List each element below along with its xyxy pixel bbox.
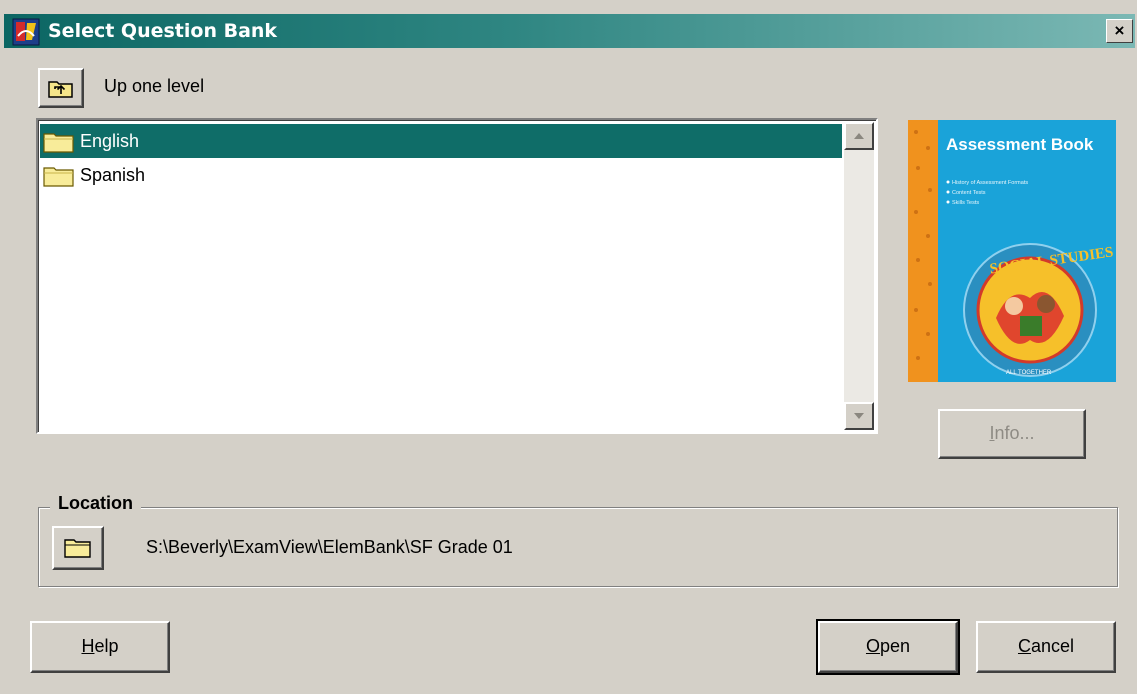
help-rest: elp bbox=[94, 636, 119, 656]
open-button-label: Open bbox=[866, 636, 910, 656]
cover-bullet: History of Assessment Formats bbox=[952, 180, 1028, 186]
title-bar[interactable]: Select Question Bank × bbox=[4, 14, 1135, 48]
browse-location-button[interactable] bbox=[52, 526, 104, 570]
list-item-label: English bbox=[80, 131, 140, 151]
cancel-button-label: Cancel bbox=[1018, 636, 1074, 656]
examview-app-icon bbox=[12, 18, 40, 46]
cover-bullet: Content Tests bbox=[952, 190, 986, 196]
close-button[interactable]: × bbox=[1106, 19, 1133, 43]
location-path: S:\Beverly\ExamView\ElemBank\SF Grade 01 bbox=[146, 537, 513, 557]
location-group-title: Location bbox=[50, 492, 141, 514]
list-item-english[interactable]: English bbox=[40, 124, 842, 158]
scroll-up-arrow-icon bbox=[854, 133, 864, 139]
vertical-scrollbar[interactable] bbox=[844, 122, 874, 430]
cancel-button[interactable]: Cancel bbox=[976, 621, 1116, 673]
list-item-label: Spanish bbox=[80, 165, 146, 185]
list-rows: English Spanish bbox=[40, 124, 842, 192]
info-button[interactable]: Info... bbox=[938, 409, 1086, 459]
up-one-level-button[interactable] bbox=[38, 68, 84, 108]
folder-icon bbox=[43, 167, 74, 187]
window-title: Select Question Bank bbox=[48, 20, 278, 42]
close-icon: × bbox=[1114, 21, 1125, 40]
list-item-spanish[interactable]: Spanish bbox=[40, 158, 842, 192]
up-one-level-label: Up one level bbox=[104, 76, 205, 96]
cover-seal-bottom: ALL TOGETHER bbox=[1006, 370, 1052, 376]
assessment-book-cover-image: Assessment Book History of Assessment Fo… bbox=[908, 120, 1116, 382]
scroll-down-arrow-icon bbox=[854, 413, 864, 419]
info-rest: nfo... bbox=[994, 423, 1035, 443]
cover-bullet: Skills Tests bbox=[952, 200, 979, 206]
open-button[interactable]: Open bbox=[816, 619, 960, 675]
folder-icon bbox=[43, 133, 74, 153]
scroll-up-button[interactable] bbox=[844, 122, 874, 150]
folder-up-icon bbox=[48, 81, 73, 98]
folder-icon bbox=[64, 539, 91, 558]
open-accel: O bbox=[865, 636, 880, 656]
question-bank-list[interactable]: English Spanish bbox=[36, 118, 878, 434]
help-button-label: Help bbox=[81, 636, 118, 656]
scroll-down-button[interactable] bbox=[844, 402, 874, 430]
select-question-bank-dialog: Select Question Bank × Up one level Engl… bbox=[0, 0, 1137, 694]
info-button-label: Info... bbox=[989, 423, 1034, 443]
help-accel: H bbox=[81, 636, 95, 656]
help-button[interactable]: Help bbox=[30, 621, 170, 673]
open-rest: pen bbox=[879, 636, 911, 656]
cancel-rest: ancel bbox=[1030, 636, 1075, 656]
cancel-accel: C bbox=[1017, 636, 1031, 656]
cover-title: Assessment Book bbox=[946, 135, 1094, 154]
